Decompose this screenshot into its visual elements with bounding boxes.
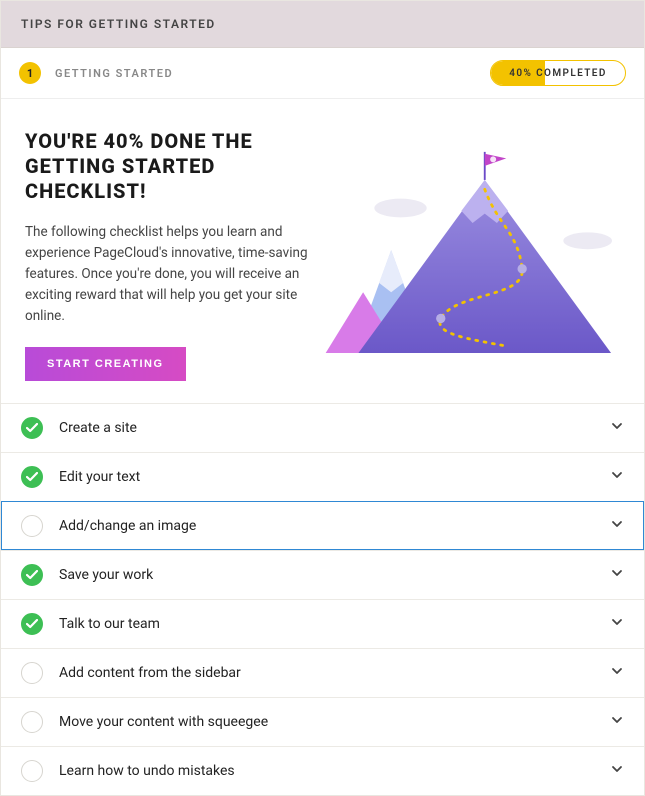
- chevron-down-icon: [610, 663, 624, 682]
- empty-circle-icon: [21, 662, 43, 684]
- checklist-item-left: Save your work: [21, 564, 153, 586]
- chevron-down-icon: [610, 418, 624, 437]
- checklist-item-left: Move your content with squeegee: [21, 711, 268, 733]
- progress-pill: 40% COMPLETED: [490, 60, 626, 86]
- getting-started-panel: TIPS FOR GETTING STARTED 1 GETTING START…: [0, 0, 645, 796]
- check-circle-icon: [21, 417, 43, 439]
- check-circle-icon: [21, 564, 43, 586]
- check-circle-icon: [21, 613, 43, 635]
- empty-circle-icon: [21, 515, 43, 537]
- chevron-down-icon: [610, 712, 624, 731]
- checklist-item-label: Talk to our team: [59, 616, 160, 632]
- hero-text: YOU'RE 40% DONE THE GETTING STARTED CHEC…: [25, 129, 311, 381]
- checklist-item-label: Learn how to undo mistakes: [59, 763, 235, 779]
- checklist-item[interactable]: Talk to our team: [1, 599, 644, 648]
- chevron-down-icon: [610, 565, 624, 584]
- checklist: Create a site Edit your text Add/change an…: [1, 403, 644, 795]
- checklist-item[interactable]: Edit your text: [1, 452, 644, 501]
- checklist-item-left: Talk to our team: [21, 613, 160, 635]
- step-label: GETTING STARTED: [55, 67, 173, 80]
- step-number-badge: 1: [19, 62, 41, 84]
- checklist-item[interactable]: Create a site: [1, 403, 644, 452]
- hero-illustration: [321, 129, 620, 381]
- step-indicator: 1 GETTING STARTED: [19, 62, 173, 84]
- checklist-item[interactable]: Add content from the sidebar: [1, 648, 644, 697]
- checklist-item-left: Add/change an image: [21, 515, 196, 537]
- start-creating-button[interactable]: START CREATING: [25, 347, 186, 381]
- empty-circle-icon: [21, 711, 43, 733]
- checklist-item-label: Add content from the sidebar: [59, 665, 241, 681]
- checklist-item[interactable]: Add/change an image: [1, 501, 644, 550]
- checklist-item-label: Edit your text: [59, 469, 140, 485]
- check-circle-icon: [21, 466, 43, 488]
- hero-body: The following checklist helps you learn …: [25, 222, 311, 327]
- mountain-illustration-icon: [321, 129, 620, 381]
- checklist-item-label: Add/change an image: [59, 518, 196, 534]
- chevron-down-icon: [610, 761, 624, 780]
- checklist-item-label: Save your work: [59, 567, 153, 583]
- step-bar: 1 GETTING STARTED 40% COMPLETED: [1, 48, 644, 99]
- checklist-item-label: Move your content with squeegee: [59, 714, 268, 730]
- empty-circle-icon: [21, 760, 43, 782]
- chevron-down-icon: [610, 614, 624, 633]
- checklist-item[interactable]: Move your content with squeegee: [1, 697, 644, 746]
- checklist-item-label: Create a site: [59, 420, 137, 436]
- checklist-item-left: Edit your text: [21, 466, 140, 488]
- checklist-item[interactable]: Learn how to undo mistakes: [1, 746, 644, 795]
- chevron-down-icon: [610, 467, 624, 486]
- progress-label: 40% COMPLETED: [491, 61, 625, 85]
- panel-title-bar: TIPS FOR GETTING STARTED: [1, 1, 644, 48]
- hero-heading: YOU'RE 40% DONE THE GETTING STARTED CHEC…: [25, 129, 311, 204]
- step-number: 1: [27, 67, 33, 80]
- panel-title: TIPS FOR GETTING STARTED: [21, 17, 216, 31]
- checklist-item-left: Add content from the sidebar: [21, 662, 241, 684]
- hero: YOU'RE 40% DONE THE GETTING STARTED CHEC…: [1, 99, 644, 403]
- checklist-item[interactable]: Save your work: [1, 550, 644, 599]
- checklist-item-left: Create a site: [21, 417, 137, 439]
- chevron-down-icon: [610, 516, 624, 535]
- checklist-item-left: Learn how to undo mistakes: [21, 760, 235, 782]
